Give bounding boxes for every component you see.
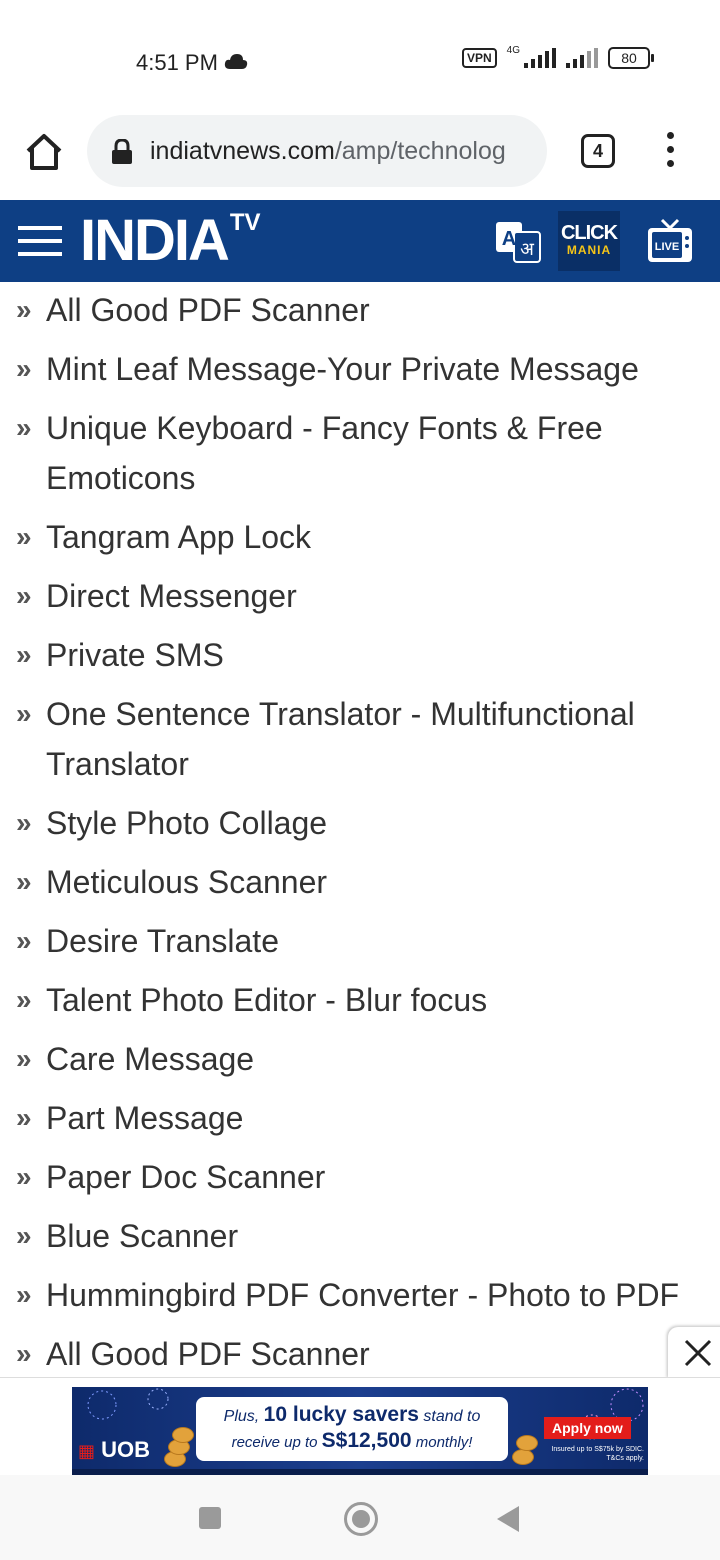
status-icons: VPN 4G 80 [461, 44, 654, 69]
related-apps-list: All Good PDF Scanner Mint Leaf Message-Y… [0, 282, 720, 1377]
network-type: 4G [506, 44, 520, 56]
logo-text: INDIA [80, 208, 230, 273]
close-icon [684, 1339, 712, 1367]
list-item[interactable]: All Good PDF Scanner [0, 1329, 720, 1377]
svg-text:अ: अ [520, 239, 535, 260]
list-item[interactable]: Talent Photo Editor - Blur focus [0, 975, 720, 1025]
address-bar[interactable]: indiatvnews.com/amp/technolog [87, 115, 547, 187]
tab-switcher-button[interactable]: 4 [581, 134, 615, 168]
list-item[interactable]: Unique Keyboard - Fancy Fonts & Free Emo… [0, 403, 720, 503]
home-nav-icon[interactable] [344, 1502, 378, 1536]
ad-apply-button[interactable]: Apply now [544, 1417, 631, 1439]
ad-brand: UOB [101, 1437, 151, 1462]
ad-line2-post: monthly! [411, 1434, 473, 1451]
ad-promo-text: Plus, 10 lucky savers stand to receive u… [196, 1397, 508, 1461]
list-item[interactable]: Blue Scanner [0, 1211, 720, 1261]
back-icon[interactable] [497, 1506, 519, 1532]
status-bar: 4:51 PM VPN 4G 80 [0, 0, 720, 110]
system-nav-bar [0, 1475, 720, 1560]
list-item[interactable]: Paper Doc Scanner [0, 1152, 720, 1202]
click-mania-button[interactable]: CLICK MANIA [558, 211, 620, 271]
vpn-icon: VPN [461, 48, 497, 68]
overflow-menu-icon[interactable] [660, 132, 680, 172]
browser-toolbar: indiatvnews.com/amp/technolog 4 [0, 110, 720, 200]
svg-text:LIVE: LIVE [655, 241, 679, 253]
url-path: /amp/technolog [334, 137, 506, 165]
list-item[interactable]: One Sentence Translator - Multifunctiona… [0, 689, 720, 789]
list-item[interactable]: Part Message [0, 1093, 720, 1143]
url-domain: indiatvnews.com [150, 137, 335, 165]
battery-icon: 80 [608, 47, 654, 69]
list-item[interactable]: Mint Leaf Message-Your Private Message [0, 344, 720, 394]
list-item[interactable]: Desire Translate [0, 916, 720, 966]
ad-line2-pre: receive up to [231, 1434, 322, 1451]
recent-apps-icon[interactable] [199, 1507, 221, 1529]
hamburger-menu-icon[interactable] [18, 226, 62, 258]
india-tv-logo[interactable]: INDIA TV [80, 210, 261, 272]
list-item[interactable]: Tangram App Lock [0, 512, 720, 562]
ad-line1-bold: 10 lucky savers [263, 1403, 419, 1426]
list-item[interactable]: All Good PDF Scanner [0, 285, 720, 335]
list-item[interactable]: Style Photo Collage [0, 798, 720, 848]
lock-icon [112, 139, 132, 164]
ad-line1-pre: Plus, [223, 1408, 264, 1425]
home-icon[interactable] [22, 130, 66, 174]
ad-banner-container: ▦ UOB Plus, 10 lucky savers stand to rec… [0, 1377, 720, 1475]
svg-text:A: A [502, 228, 516, 250]
signal-icon [524, 48, 556, 68]
ad-close-button[interactable] [668, 1327, 720, 1379]
ad-line2-bold: S$12,500 [321, 1429, 412, 1452]
list-item[interactable]: Meticulous Scanner [0, 857, 720, 907]
click-mania-line1: CLICK [560, 222, 618, 244]
list-item[interactable]: Private SMS [0, 630, 720, 680]
cloud-icon [224, 54, 248, 69]
battery-level: 80 [608, 47, 650, 69]
live-tv-icon[interactable]: LIVE [646, 216, 694, 266]
signal-icon-2 [566, 48, 598, 68]
list-item[interactable]: Care Message [0, 1034, 720, 1084]
ad-line1-post: stand to [418, 1408, 481, 1425]
list-item[interactable]: Hummingbird PDF Converter - Photo to PDF [0, 1270, 720, 1320]
ad-banner[interactable]: ▦ UOB Plus, 10 lucky savers stand to rec… [72, 1387, 648, 1475]
ad-fineprint: Insured up to S$75k by SDIC. T&Cs apply. [551, 1446, 644, 1462]
site-header: INDIA TV A अ CLICK MANIA LIVE [0, 200, 720, 282]
status-time: 4:51 PM [136, 50, 218, 75]
click-mania-line2: MANIA [566, 243, 612, 257]
list-item[interactable]: Direct Messenger [0, 571, 720, 621]
logo-suffix: TV [229, 209, 261, 236]
url-text: indiatvnews.com/amp/technolog [150, 137, 506, 166]
uob-logo: ▦ UOB [78, 1437, 151, 1462]
translate-icon[interactable]: A अ [494, 218, 542, 266]
